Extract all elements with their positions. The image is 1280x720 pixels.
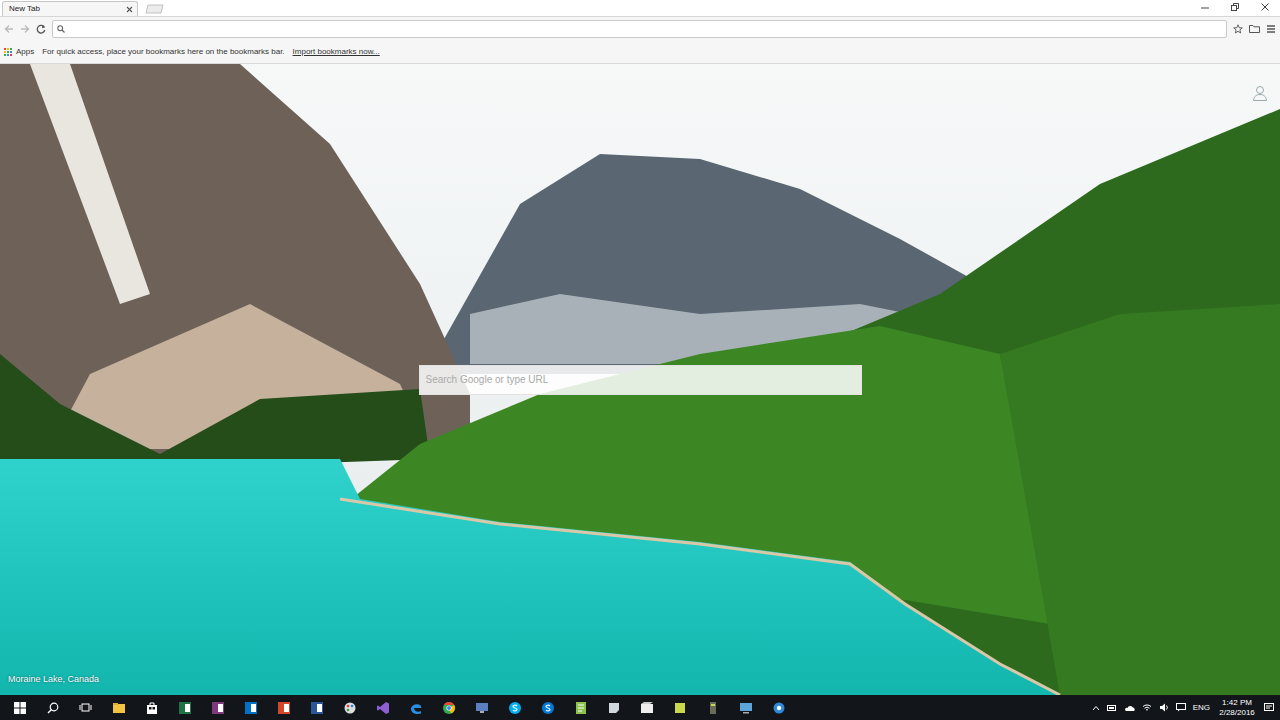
close-icon[interactable]: [126, 6, 133, 13]
notes-icon[interactable]: [673, 701, 687, 715]
onenote-icon[interactable]: [211, 701, 225, 715]
bookmarks-hint: For quick access, place your bookmarks h…: [42, 46, 284, 58]
task-view-button[interactable]: [69, 695, 102, 720]
paint-icon[interactable]: [343, 701, 357, 715]
taskbar-app[interactable]: [201, 695, 234, 720]
bookmarks-bar: Apps For quick access, place your bookmar…: [0, 40, 1280, 64]
taskbar: ENG 1:42 PM2/28/2016: [0, 695, 1280, 720]
onedrive-icon[interactable]: [1124, 704, 1135, 712]
taskbar-app[interactable]: [564, 695, 597, 720]
search-icon: [57, 25, 65, 33]
minimize-button[interactable]: [1190, 0, 1220, 14]
browser-tab[interactable]: New Tab: [2, 1, 138, 16]
powerpoint-icon[interactable]: [277, 701, 291, 715]
clock-date[interactable]: 2/28/2016: [1217, 708, 1257, 717]
taskbar-app[interactable]: [465, 695, 498, 720]
taskbar-app[interactable]: [663, 695, 696, 720]
taskbar-app[interactable]: [300, 695, 333, 720]
battery-icon[interactable]: [1107, 704, 1117, 712]
restore-button[interactable]: [1220, 0, 1250, 14]
taskbar-app[interactable]: [729, 695, 762, 720]
apps-shortcut[interactable]: Apps: [4, 46, 34, 58]
task-view-icon[interactable]: [79, 702, 92, 713]
import-bookmarks-link[interactable]: Import bookmarks now...: [293, 46, 380, 58]
photo-caption: Moraine Lake, Canada: [8, 673, 99, 687]
settings-icon[interactable]: [772, 701, 786, 715]
message-icon[interactable]: [1176, 703, 1186, 712]
tab-strip: New Tab: [0, 0, 1280, 16]
movie-maker-icon[interactable]: [640, 701, 654, 715]
skype-icon[interactable]: [508, 701, 522, 715]
search-box[interactable]: [419, 365, 862, 395]
reload-icon[interactable]: [36, 24, 46, 34]
profile-icon[interactable]: [1252, 85, 1268, 101]
profile-button[interactable]: [1252, 80, 1268, 104]
excel-icon[interactable]: [178, 701, 192, 715]
edge-icon[interactable]: [409, 701, 423, 715]
new-tab-page: Moraine Lake, Canada: [0, 64, 1280, 695]
search-button[interactable]: [36, 695, 69, 720]
chrome-icon[interactable]: [442, 701, 456, 715]
taskbar-app[interactable]: [102, 695, 135, 720]
menu-icon[interactable]: [1266, 24, 1276, 34]
taskbar-app[interactable]: [531, 695, 564, 720]
outlook-icon[interactable]: [244, 701, 258, 715]
star-icon[interactable]: [1233, 24, 1243, 34]
close-icon[interactable]: [1261, 3, 1269, 11]
new-tab-content: [0, 64, 1280, 695]
restore-icon[interactable]: [1231, 3, 1239, 11]
taskbar-app[interactable]: [762, 695, 795, 720]
search-icon[interactable]: [47, 702, 59, 714]
store-icon[interactable]: [145, 701, 159, 715]
minimize-icon[interactable]: [1201, 3, 1209, 11]
system-tray: ENG 1:42 PM2/28/2016: [1092, 698, 1280, 716]
file-explorer-icon[interactable]: [112, 701, 126, 715]
taskbar-app[interactable]: [399, 695, 432, 720]
word-icon[interactable]: [310, 701, 324, 715]
taskbar-app[interactable]: [597, 695, 630, 720]
clock-time[interactable]: 1:42 PM: [1217, 698, 1257, 707]
back-icon[interactable]: [4, 24, 14, 34]
skype-business-icon[interactable]: [541, 701, 555, 715]
notepad-icon[interactable]: [574, 701, 588, 715]
input-language[interactable]: ENG: [1193, 702, 1210, 714]
tool-icon[interactable]: [706, 701, 720, 715]
volume-icon[interactable]: [1159, 703, 1169, 712]
taskbar-app[interactable]: [696, 695, 729, 720]
window-controls: [1190, 0, 1280, 14]
taskbar-app[interactable]: [432, 695, 465, 720]
action-center-icon[interactable]: [1264, 703, 1274, 713]
visual-studio-icon[interactable]: [376, 701, 390, 715]
windows-logo-icon[interactable]: [14, 702, 26, 714]
tab-label[interactable]: New Tab: [9, 3, 122, 15]
browser-toolbar: [0, 16, 1280, 40]
clock[interactable]: 1:42 PM2/28/2016: [1217, 698, 1257, 716]
display-icon[interactable]: [739, 701, 753, 715]
taskbar-app[interactable]: [267, 695, 300, 720]
taskbar-app[interactable]: [333, 695, 366, 720]
new-tab-icon[interactable]: [144, 4, 166, 14]
taskbar-app[interactable]: [168, 695, 201, 720]
taskbar-app[interactable]: [498, 695, 531, 720]
apps-label[interactable]: Apps: [16, 46, 34, 58]
network-icon[interactable]: [1142, 703, 1152, 712]
chevron-up-icon[interactable]: [1092, 704, 1100, 712]
apps-grid-icon[interactable]: [4, 48, 12, 56]
taskbar-app[interactable]: [366, 695, 399, 720]
forward-icon[interactable]: [20, 24, 30, 34]
remote-desktop-icon[interactable]: [475, 701, 489, 715]
taskbar-app[interactable]: [135, 695, 168, 720]
taskbar-app[interactable]: [630, 695, 663, 720]
taskbar-app[interactable]: [234, 695, 267, 720]
sticky-notes-icon[interactable]: [607, 701, 621, 715]
address-bar[interactable]: [52, 20, 1227, 38]
start-button[interactable]: [3, 695, 36, 720]
close-window-button[interactable]: [1250, 0, 1280, 14]
folder-icon[interactable]: [1249, 24, 1260, 34]
